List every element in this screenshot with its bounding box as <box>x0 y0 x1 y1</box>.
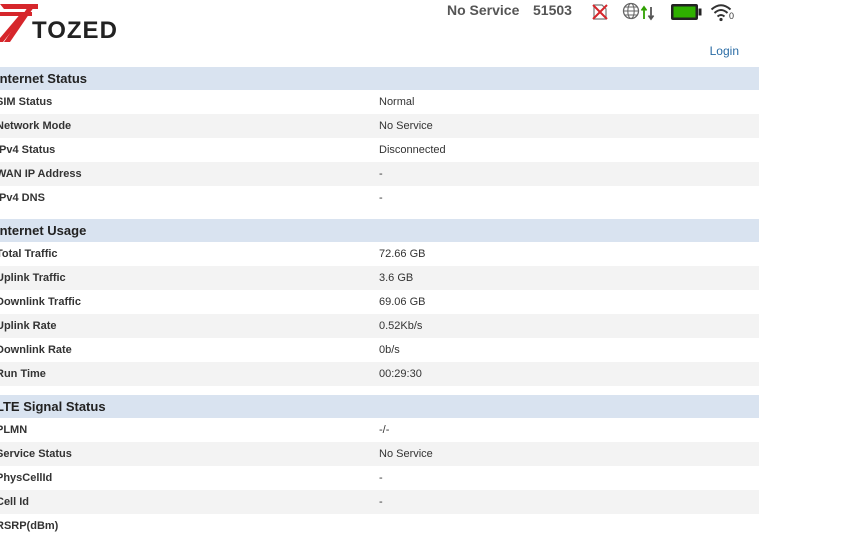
table-row: PLMN -/- <box>0 418 759 442</box>
row-value: - <box>379 472 383 484</box>
table-row: Downlink Rate 0b/s <box>0 338 759 362</box>
row-label: Service Status <box>0 448 72 460</box>
table-row: IPv4 DNS - <box>0 186 759 210</box>
table-row: WAN IP Address - <box>0 162 759 186</box>
row-label: Uplink Traffic <box>0 272 66 284</box>
row-label: Downlink Rate <box>0 344 72 356</box>
row-value: - <box>379 168 383 180</box>
table-row: Uplink Rate 0.52Kb/s <box>0 314 759 338</box>
table-row: RSRP(dBm) <box>0 514 759 538</box>
row-label: WAN IP Address <box>0 168 82 180</box>
table-row: Uplink Traffic 3.6 GB <box>0 266 759 290</box>
section-header-lte-signal-status: LTE Signal Status <box>0 395 759 418</box>
row-label: Cell Id <box>0 496 30 508</box>
table-row: Run Time 00:29:30 <box>0 362 759 386</box>
login-link[interactable]: Login <box>710 44 739 58</box>
row-value: 0.52Kb/s <box>379 320 423 332</box>
row-label: IPv4 Status <box>0 144 56 156</box>
row-label: PLMN <box>0 424 28 436</box>
logo-text: TOZED <box>32 17 118 44</box>
row-label: RSRP(dBm) <box>0 520 59 532</box>
row-value: 69.06 GB <box>379 296 426 308</box>
row-label: PhysCellId <box>0 472 53 484</box>
table-row: Service Status No Service <box>0 442 759 466</box>
no-sim-icon <box>590 2 610 27</box>
row-value: - <box>379 192 383 204</box>
row-label: Uplink Rate <box>0 320 57 332</box>
table-row: Network Mode No Service <box>0 114 759 138</box>
table-row: IPv4 Status Disconnected <box>0 138 759 162</box>
wifi-client-count: 0 <box>729 11 735 21</box>
status-table: Internet Status SIM Status Normal Network… <box>0 67 759 538</box>
status-bar: No Service 51503 0 <box>440 0 856 26</box>
section-header-internet-usage: Internet Usage <box>0 219 759 242</box>
section-header-internet-status: Internet Status <box>0 67 759 90</box>
table-row: Total Traffic 72.66 GB <box>0 242 759 266</box>
row-value: No Service <box>379 120 433 132</box>
operator-code: 51503 <box>533 2 572 18</box>
battery-icon <box>670 3 702 26</box>
row-value: 72.66 GB <box>379 248 426 260</box>
operator-name: No Service <box>447 2 520 18</box>
row-value: - <box>379 496 383 508</box>
row-value: -/- <box>379 424 390 436</box>
table-row: Cell Id - <box>0 490 759 514</box>
data-arrows-icon <box>640 2 656 27</box>
row-value: Normal <box>379 96 415 108</box>
row-value: 0b/s <box>379 344 400 356</box>
table-row: PhysCellId - <box>0 466 759 490</box>
row-value: No Service <box>379 448 433 460</box>
row-label: Run Time <box>0 368 46 380</box>
row-label: SIM Status <box>0 96 53 108</box>
row-value: Disconnected <box>379 144 446 156</box>
row-label: Total Traffic <box>0 248 58 260</box>
row-value: 00:29:30 <box>379 368 422 380</box>
row-label: IPv4 DNS <box>0 192 45 204</box>
row-value: 3.6 GB <box>379 272 414 284</box>
brand-logo: TOZED <box>0 0 140 46</box>
table-row: SIM Status Normal <box>0 90 759 114</box>
globe-icon <box>622 2 642 27</box>
table-row: Downlink Traffic 69.06 GB <box>0 290 759 314</box>
row-label: Downlink Traffic <box>0 296 81 308</box>
row-label: Network Mode <box>0 120 72 132</box>
